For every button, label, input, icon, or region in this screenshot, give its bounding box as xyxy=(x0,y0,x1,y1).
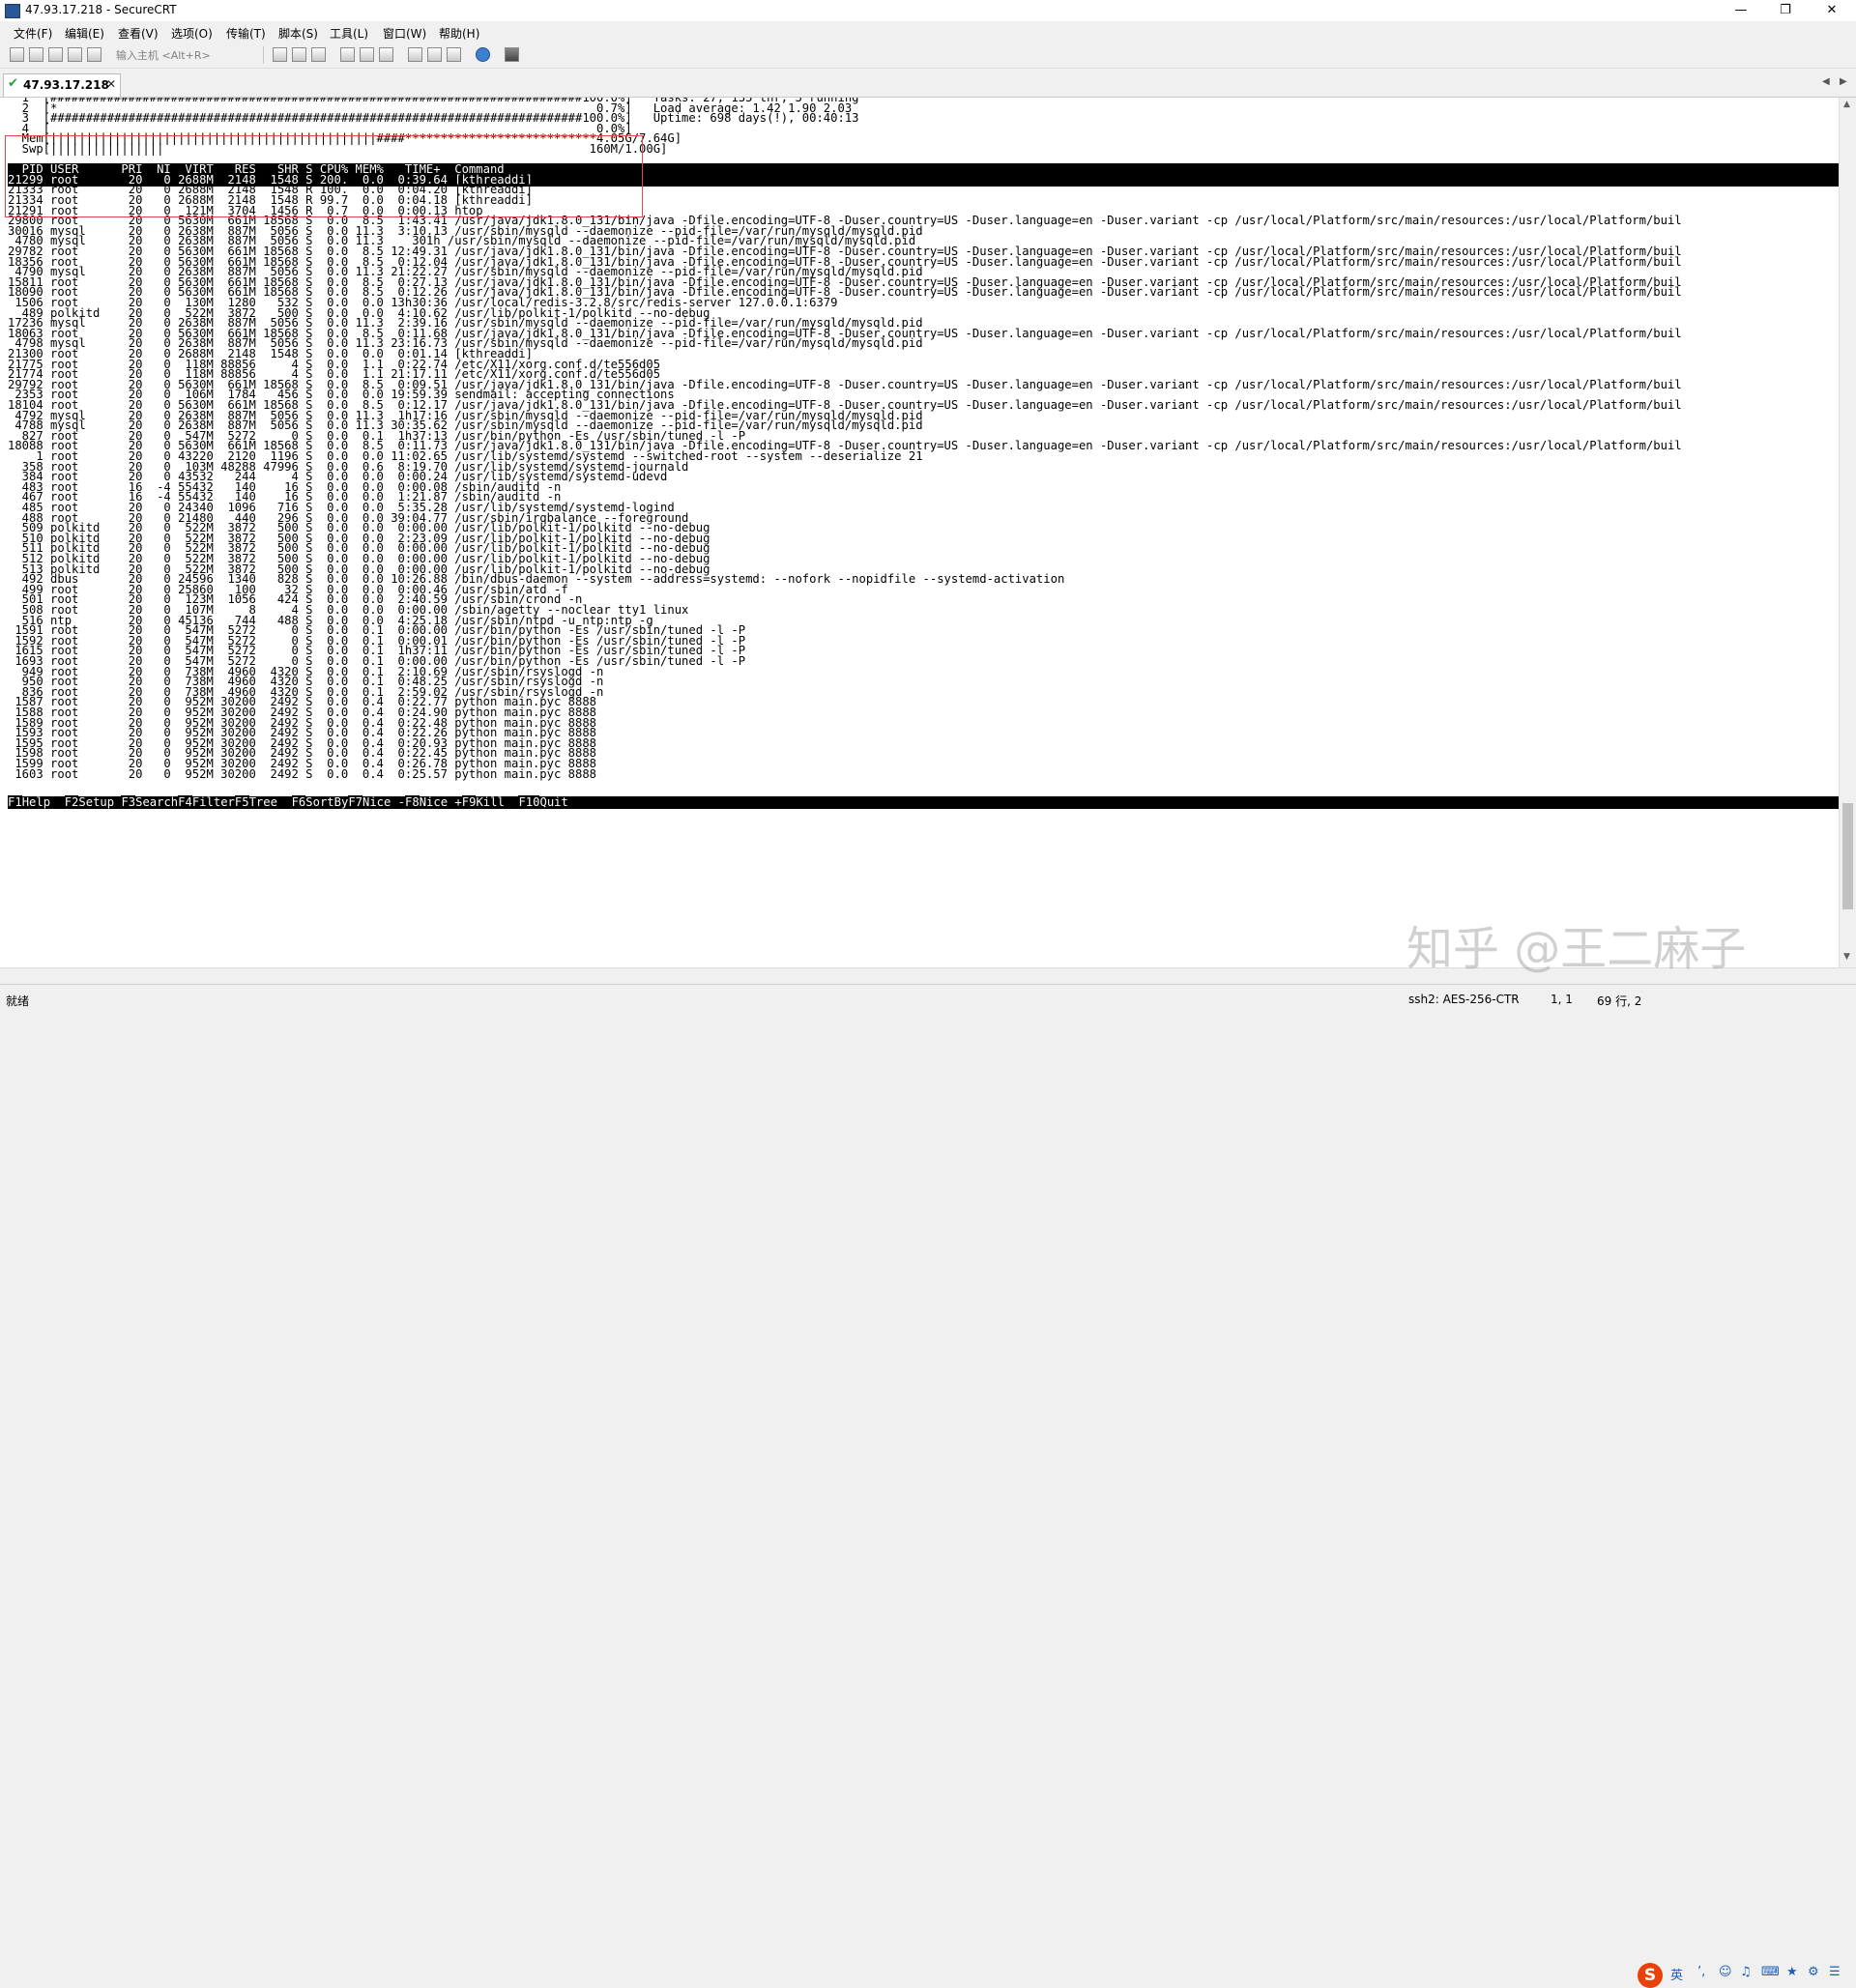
session-options-icon[interactable] xyxy=(408,47,422,62)
tab-session[interactable]: ✔ 47.93.17.218 ✕ xyxy=(3,73,121,97)
fkey-f3[interactable]: F3 xyxy=(121,794,136,809)
help-icon[interactable] xyxy=(476,47,490,62)
ime-keyboard-icon[interactable]: ⌨ xyxy=(1761,1965,1780,1979)
disconnect-icon[interactable] xyxy=(87,47,102,62)
process-row[interactable]: 1603 root 20 0 952M 30200 2492 S 0.0 0.4… xyxy=(8,767,596,781)
fkey-f7[interactable]: F7 xyxy=(348,794,362,809)
minimize-button[interactable]: — xyxy=(1719,0,1763,21)
fkey-label: Quit xyxy=(539,794,568,809)
menu-transfer[interactable]: 传输(T) xyxy=(226,25,266,42)
print-screen-icon[interactable] xyxy=(360,47,374,62)
title-bar: 47.93.17.218 - SecureCRT — ❐ ✕ xyxy=(0,0,1856,21)
menu-script[interactable]: 脚本(S) xyxy=(278,25,318,42)
fkey-label: Setup xyxy=(78,794,122,809)
ime-skin-icon[interactable]: ★ xyxy=(1786,1965,1798,1979)
fkey-f1[interactable]: F1 xyxy=(8,794,22,809)
status-cursor-position: 1, 1 xyxy=(1551,993,1573,1006)
fkey-f9[interactable]: F9 xyxy=(461,794,477,809)
status-cipher: ssh2: AES-256-CTR xyxy=(1408,993,1520,1006)
key-icon[interactable] xyxy=(447,47,461,62)
ime-menu-icon[interactable]: ☰ xyxy=(1829,1965,1841,1979)
copy-icon[interactable] xyxy=(273,47,287,62)
host-input[interactable]: 输入主机 <Alt+R> xyxy=(116,47,211,63)
fkey-label: SortBy xyxy=(305,794,349,809)
fkey-label: Nice - xyxy=(362,794,406,809)
fkey-label: Tree xyxy=(248,794,292,809)
quick-connect-icon[interactable] xyxy=(29,47,44,62)
print-icon[interactable] xyxy=(379,47,393,62)
menu-edit[interactable]: 编辑(E) xyxy=(65,25,104,42)
ime-punct-icon[interactable]: ’, xyxy=(1697,1965,1705,1979)
toolbar-separator xyxy=(263,46,264,64)
fkey-f2[interactable]: F2 xyxy=(64,794,79,809)
status-bar: 就绪 ssh2: AES-256-CTR 1, 1 69 行, 2 S 英 ’,… xyxy=(0,984,1856,1988)
menu-window[interactable]: 窗口(W) xyxy=(383,25,426,42)
reconnect-icon[interactable] xyxy=(68,47,82,62)
toolbar: 输入主机 <Alt+R> xyxy=(0,43,1856,69)
scroll-down-icon[interactable]: ▼ xyxy=(1843,952,1850,962)
fkey-label: Help xyxy=(21,794,65,809)
ime-emoji-icon[interactable]: ☺ xyxy=(1719,1965,1732,1979)
sftp-icon[interactable] xyxy=(505,47,519,62)
tab-scroll-left-icon[interactable]: ◀ xyxy=(1822,76,1830,87)
fkey-f6[interactable]: F6 xyxy=(291,794,306,809)
menu-tools[interactable]: 工具(L) xyxy=(330,25,368,42)
fkey-label: Filter xyxy=(191,794,235,809)
terminal-screen[interactable]: 1 [#####################################… xyxy=(0,98,1839,967)
vertical-scrollbar[interactable]: ▲ ▼ xyxy=(1839,98,1856,967)
tab-scroll-right-icon[interactable]: ▶ xyxy=(1840,76,1847,87)
maximize-button[interactable]: ❐ xyxy=(1763,0,1808,21)
close-button[interactable]: ✕ xyxy=(1810,0,1854,21)
paste-icon[interactable] xyxy=(292,47,306,62)
menu-file[interactable]: 文件(F) xyxy=(14,25,52,42)
connect-icon[interactable] xyxy=(10,47,24,62)
find-icon[interactable] xyxy=(311,47,326,62)
fkey-label: Kill xyxy=(476,794,519,809)
fkey-f10[interactable]: F10 xyxy=(518,794,540,809)
scroll-thumb[interactable] xyxy=(1842,803,1853,909)
global-options-icon[interactable] xyxy=(427,47,442,62)
connect-tab-icon[interactable] xyxy=(48,47,63,62)
menu-bar: 文件(F) 编辑(E) 查看(V) 选项(O) 传输(T) 脚本(S) 工具(L… xyxy=(0,21,1856,43)
fkey-f5[interactable]: F5 xyxy=(234,794,249,809)
sogou-ime-logo[interactable]: S xyxy=(1638,1963,1663,1988)
menu-options[interactable]: 选项(O) xyxy=(171,25,213,42)
ime-language[interactable]: 英 xyxy=(1670,1965,1683,1983)
fkey-f4[interactable]: F4 xyxy=(178,794,192,809)
securecrt-app-icon[interactable] xyxy=(5,4,20,18)
fkey-f8[interactable]: F8 xyxy=(405,794,420,809)
ime-voice-icon[interactable]: ♫ xyxy=(1740,1965,1752,1979)
status-ready: 就绪 xyxy=(6,994,30,1008)
status-rows: 69 行, 2 xyxy=(1597,994,1642,1008)
htop-function-key-bar: F1Help F2Setup F3SearchF4FilterF5Tree F6… xyxy=(8,794,1839,809)
scroll-up-icon[interactable]: ▲ xyxy=(1843,100,1850,109)
print-setup-icon[interactable] xyxy=(340,47,355,62)
fkey-label: Search xyxy=(135,794,179,809)
window-title: 47.93.17.218 - SecureCRT xyxy=(25,3,177,16)
highlight-annotation-box xyxy=(5,135,643,218)
fkey-label: Nice + xyxy=(419,794,462,809)
tab-bar: ✔ 47.93.17.218 ✕ ◀ ▶ xyxy=(0,72,1856,98)
tab-label: 47.93.17.218 xyxy=(23,78,109,92)
connected-check-icon: ✔ xyxy=(8,76,18,91)
ime-tools-icon[interactable]: ⚙ xyxy=(1808,1965,1819,1979)
zhihu-watermark: 知乎 @王二麻子 xyxy=(1406,922,1747,976)
menu-view[interactable]: 查看(V) xyxy=(118,25,159,42)
tab-close-icon[interactable]: ✕ xyxy=(106,77,116,91)
menu-help[interactable]: 帮助(H) xyxy=(439,25,479,42)
